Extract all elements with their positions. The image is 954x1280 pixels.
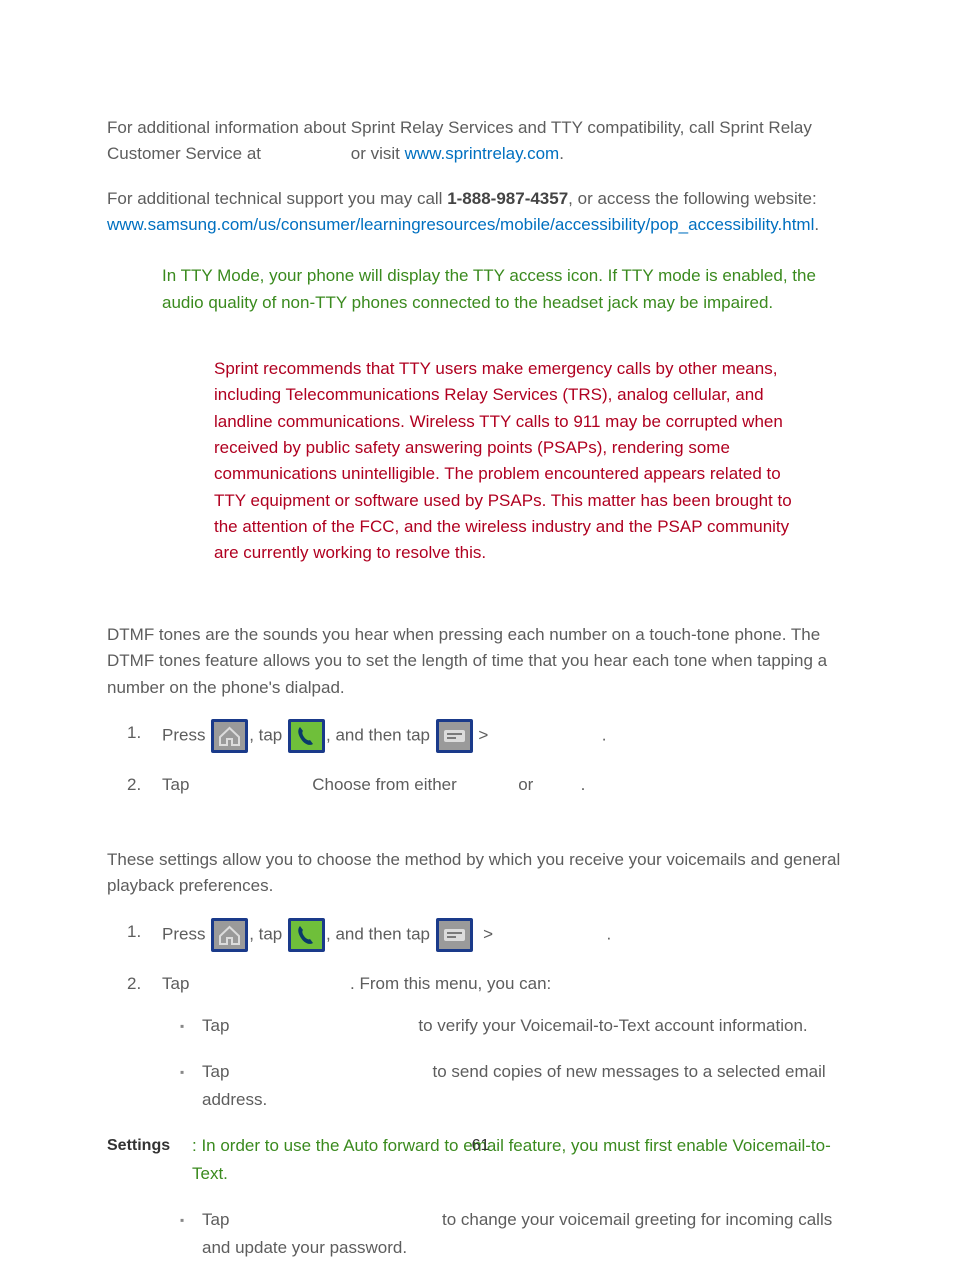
paragraph-voicemail-intro: These settings allow you to choose the m… [107, 847, 854, 900]
link-samsung-accessibility[interactable]: www.samsung.com/us/consumer/learningreso… [107, 215, 814, 234]
footer-section: Settings [107, 1137, 170, 1154]
text: . [602, 924, 611, 943]
list-item: Tap to send copies of new messages to a … [162, 1058, 854, 1114]
phone-number: 1-888-987-4357 [447, 189, 568, 208]
list-item: Tap to verify your Voicemail-to-Text acc… [162, 1012, 854, 1040]
voicemail-steps: 1. Press , tap , and then tap > . 2. Tap… [107, 918, 854, 1262]
placeholder [493, 725, 597, 744]
paragraph-tech-support: For additional technical support you may… [107, 186, 854, 239]
step-2: 2. Tap . From this menu, you can: Tap to… [107, 970, 854, 1262]
text: Tap [202, 1062, 234, 1081]
placeholder [498, 924, 602, 943]
home-icon [211, 719, 248, 753]
warning-text: Sprint recommends that TTY users make em… [214, 356, 814, 567]
placeholder [194, 775, 312, 794]
text: Tap [202, 1016, 234, 1035]
step-number: 1. [127, 719, 141, 747]
step-2: 2. Tap Choose from either or . [107, 771, 854, 799]
paragraph-relay-info: For additional information about Sprint … [107, 115, 854, 168]
text: , and then tap [326, 924, 435, 943]
text: , tap [249, 924, 287, 943]
placeholder [538, 775, 576, 794]
phone-placeholder [266, 144, 346, 163]
voicemail-substeps-2: Tap to change your voicemail greeting fo… [162, 1206, 854, 1262]
text: . [559, 144, 564, 163]
placeholder [234, 1016, 413, 1035]
voicemail-substeps: Tap to verify your Voicemail-to-Text acc… [162, 1012, 854, 1114]
chevron: > [474, 924, 498, 943]
placeholder [462, 775, 514, 794]
paragraph-dtmf-intro: DTMF tones are the sounds you hear when … [107, 622, 854, 701]
text: or visit [346, 144, 405, 163]
text: to verify your Voicemail-to-Text account… [414, 1016, 808, 1035]
menu-icon [436, 719, 473, 753]
dtmf-steps: 1. Press , tap , and then tap > . 2. Tap… [107, 719, 854, 799]
step-number: 2. [127, 771, 141, 799]
text: Choose from either [312, 775, 461, 794]
step-number: 1. [127, 918, 141, 946]
step-number: 2. [127, 970, 141, 998]
text: . [814, 215, 819, 234]
menu-icon [436, 918, 473, 952]
text: For additional technical support you may… [107, 189, 447, 208]
text: Tap [202, 1210, 234, 1229]
text: , and then tap [326, 725, 435, 744]
footer-page-number: 61 [107, 1134, 854, 1159]
warning-tty-emergency: Sprint recommends that TTY users make em… [214, 356, 814, 567]
phone-icon [288, 719, 325, 753]
text: . [576, 775, 585, 794]
phone-icon [288, 918, 325, 952]
text: or [514, 775, 539, 794]
home-icon [211, 918, 248, 952]
placeholder [234, 1210, 437, 1229]
placeholder [194, 974, 350, 993]
link-sprintrelay[interactable]: www.sprintrelay.com [405, 144, 560, 163]
list-item: Tap to change your voicemail greeting fo… [162, 1206, 854, 1262]
page-footer: Settings 61 [107, 1134, 854, 1159]
page-content: For additional information about Sprint … [0, 0, 954, 1262]
step-1: 1. Press , tap , and then tap > . [107, 719, 854, 753]
text: , tap [249, 725, 287, 744]
text: Tap [162, 775, 194, 794]
text: , or access the following website: [568, 189, 817, 208]
note-tty-mode: In TTY Mode, your phone will display the… [162, 263, 844, 316]
text: . [597, 725, 606, 744]
text: . From this menu, you can: [350, 974, 551, 993]
text: Press [162, 725, 210, 744]
step-1: 1. Press , tap , and then tap > . [107, 918, 854, 952]
text: Tap [162, 974, 194, 993]
text: Press [162, 924, 210, 943]
placeholder [234, 1062, 428, 1081]
chevron: > [474, 725, 493, 744]
note-text: In TTY Mode, your phone will display the… [162, 263, 844, 316]
